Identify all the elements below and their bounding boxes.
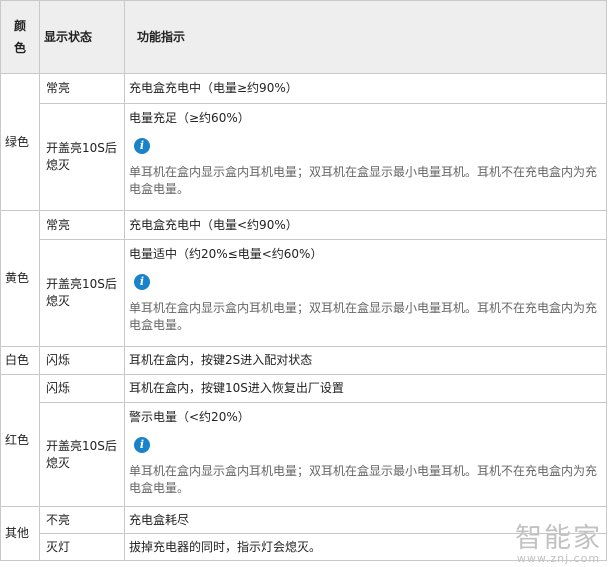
function-cell: 充电盒充电中（电量<约90%） xyxy=(124,210,607,240)
color-cell-other: 其他 xyxy=(0,506,40,561)
color-cell-green: 绿色 xyxy=(0,73,40,211)
function-text: 电量充足（≥约60%） xyxy=(129,111,250,125)
header-status: 显示状态 xyxy=(39,0,125,74)
status-cell: 常亮 xyxy=(39,73,125,104)
function-cell: 电量充足（≥约60%） i 单耳机在盒内显示盒内耳机电量；双耳机在盒显示最小电量… xyxy=(124,103,607,211)
function-note: 单耳机在盒内显示盒内耳机电量；双耳机在盒显示最小电量耳机。耳机不在充电盒内为充电… xyxy=(129,301,598,332)
status-cell: 闪烁 xyxy=(39,346,125,375)
status-cell: 不亮 xyxy=(39,506,125,534)
table-row: 开盖亮10S后熄灭 电量适中（约20%≤电量<约60%） i 单耳机在盒内显示盒… xyxy=(1,239,607,347)
header-function: 功能指示 xyxy=(124,0,607,74)
function-cell: 耳机在盒内，按键2S进入配对状态 xyxy=(124,346,607,375)
info-icon: i xyxy=(134,437,150,453)
function-text: 电量适中（约20%≤电量<约60%） xyxy=(129,247,323,261)
function-note: 单耳机在盒内显示盒内耳机电量；双耳机在盒显示最小电量耳机。耳机不在充电盒内为充电… xyxy=(129,165,598,196)
function-cell: 电量适中（约20%≤电量<约60%） i 单耳机在盒内显示盒内耳机电量；双耳机在… xyxy=(124,239,607,347)
table-row: 红色 闪烁 耳机在盒内，按键10S进入恢复出厂设置 xyxy=(0,374,607,507)
status-cell: 常亮 xyxy=(39,210,125,240)
table-row: 白色 闪烁 耳机在盒内，按键2S进入配对状态 xyxy=(0,346,607,375)
watermark-url: www.znj.com xyxy=(516,552,601,565)
status-cell: 灭灯 xyxy=(39,533,125,561)
header-color: 颜色 xyxy=(0,0,40,74)
color-cell-yellow: 黄色 xyxy=(0,210,40,347)
info-icon: i xyxy=(134,274,150,290)
color-cell-white: 白色 xyxy=(0,346,40,375)
status-cell: 闪烁 xyxy=(39,374,125,403)
function-note: 单耳机在盒内显示盒内耳机电量；双耳机在盒显示最小电量耳机。耳机不在充电盒内为充电… xyxy=(129,464,598,495)
table-row: 黄色 常亮 充电盒充电中（电量<约90%） xyxy=(0,210,607,347)
watermark-title: 智能家 xyxy=(515,523,602,554)
table-row: 开盖亮10S后熄灭 电量充足（≥约60%） i 单耳机在盒内显示盒内耳机电量；双… xyxy=(1,103,607,211)
function-cell: 充电盒充电中（电量≥约90%） xyxy=(124,73,607,104)
function-text: 警示电量（<约20%） xyxy=(129,410,250,424)
status-cell: 开盖亮10S后熄灭 xyxy=(39,402,125,507)
function-cell: 警示电量（<约20%） i 单耳机在盒内显示盒内耳机电量；双耳机在盒显示最小电量… xyxy=(124,402,607,507)
status-cell: 开盖亮10S后熄灭 xyxy=(39,239,125,347)
table-row: 绿色 常亮 充电盒充电中（电量≥约90%） xyxy=(0,73,607,211)
color-cell-red: 红色 xyxy=(0,374,40,507)
led-status-table: 颜色 显示状态 功能指示 绿色 常亮 充电盒充电中（电量≥约90%） 开盖亮10… xyxy=(0,0,607,561)
function-cell: 耳机在盒内，按键10S进入恢复出厂设置 xyxy=(124,374,607,403)
watermark: 智能家 www.znj.com xyxy=(515,525,602,565)
status-cell: 开盖亮10S后熄灭 xyxy=(39,103,125,211)
table-row: 开盖亮10S后熄灭 警示电量（<约20%） i 单耳机在盒内显示盒内耳机电量；双… xyxy=(1,402,607,507)
header-row: 颜色 显示状态 功能指示 xyxy=(0,0,607,74)
info-icon: i xyxy=(134,138,150,154)
